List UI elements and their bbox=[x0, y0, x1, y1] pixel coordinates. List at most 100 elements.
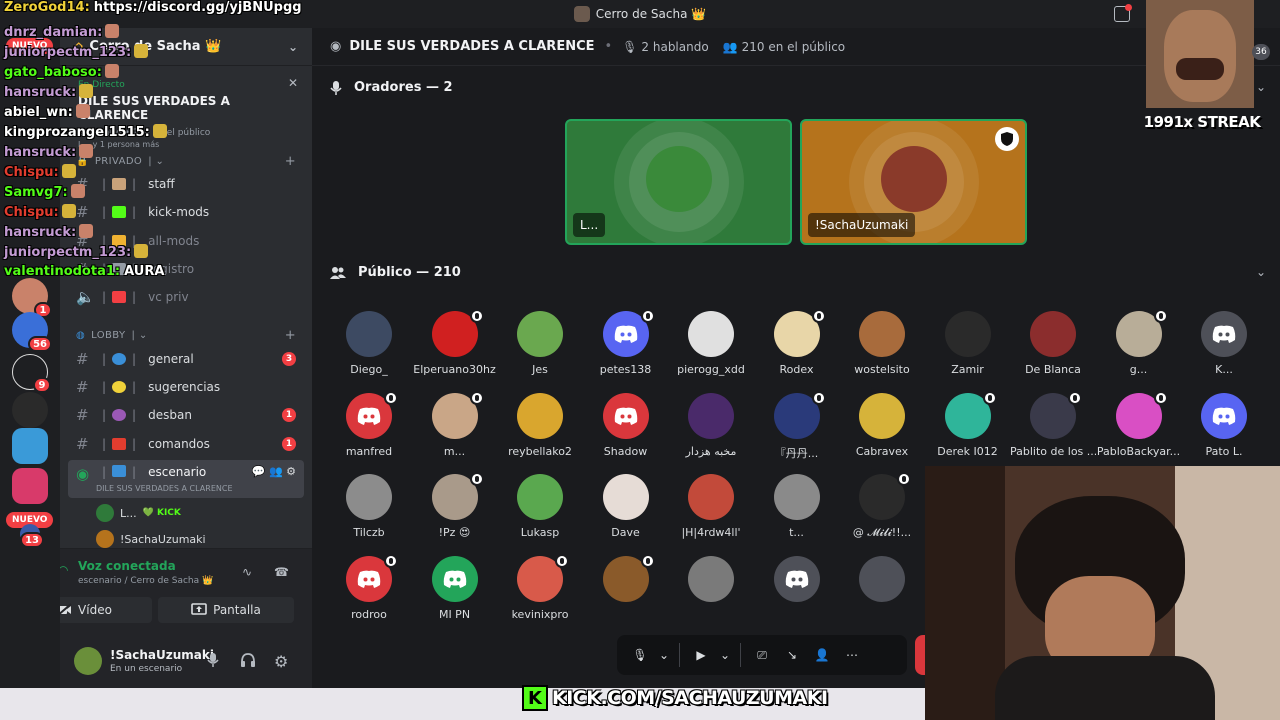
audience-member[interactable]: Rodex bbox=[754, 309, 840, 391]
channel-actions[interactable]: 💬 👥 ⚙ bbox=[252, 465, 296, 478]
user-name: !SachaUzumaki bbox=[120, 532, 206, 546]
video-button[interactable]: Vídeo bbox=[60, 597, 152, 623]
audience-member[interactable]: Diego_ bbox=[326, 311, 412, 391]
audience-member[interactable]: Dave bbox=[583, 474, 669, 554]
audience-member[interactable]: Shadow bbox=[583, 392, 669, 473]
audience-member[interactable]: !Pz 😍 bbox=[412, 472, 498, 554]
category-lobby[interactable]: ◍ LOBBY | ⌄ + bbox=[60, 326, 312, 344]
speaker-tile[interactable]: !SachaUzumaki bbox=[800, 119, 1027, 245]
chevron-down-icon[interactable]: ⌄ bbox=[716, 641, 734, 669]
audience-member[interactable] bbox=[668, 555, 754, 636]
muted-mic-icon bbox=[555, 553, 569, 568]
audience-member[interactable]: m... bbox=[412, 390, 498, 473]
more-icon[interactable]: ⋯ bbox=[837, 641, 867, 669]
chevron-down-icon[interactable]: ⌄ bbox=[655, 641, 673, 669]
channel-general[interactable]: # | | general 3 bbox=[68, 346, 304, 372]
audience-member[interactable]: Lukasp bbox=[497, 474, 583, 554]
audience-member[interactable]: Pablito de los ... bbox=[1010, 390, 1096, 473]
audience-member[interactable] bbox=[754, 555, 840, 636]
audience-member[interactable]: Pato L. bbox=[1181, 392, 1267, 473]
audience-member[interactable]: Elperuano30hz bbox=[412, 309, 498, 391]
screen-share-button[interactable]: Pantalla bbox=[158, 597, 294, 623]
server-icon[interactable]: 9 bbox=[12, 354, 51, 393]
audience-member[interactable]: reybellako2 bbox=[497, 392, 583, 473]
add-channel-icon[interactable]: + bbox=[285, 328, 296, 343]
user-panel[interactable]: !SachaUzumaki En un escenario ⚙ bbox=[60, 634, 312, 688]
channel-emoji bbox=[112, 381, 127, 393]
speaker-avatar bbox=[645, 146, 712, 212]
audience-member[interactable]: |H|4rdw4ll' bbox=[668, 474, 754, 554]
streak-label: 1991x STREAK bbox=[1143, 113, 1261, 131]
channel-name: desban bbox=[148, 408, 192, 422]
discord-logo-icon bbox=[357, 407, 381, 425]
audience-member[interactable]: pierogg_xdd bbox=[668, 311, 754, 391]
server-icon[interactable]: 56 bbox=[12, 312, 52, 352]
server-icon[interactable] bbox=[12, 392, 48, 428]
audience-member[interactable]: De Blanca bbox=[1010, 311, 1096, 391]
server-icon[interactable]: 13 bbox=[20, 524, 44, 548]
channel-emoji bbox=[112, 409, 127, 421]
channel-escenario[interactable]: ◉ | | escenario 💬 👥 ⚙ DILE SUS VERDADES A C… bbox=[68, 460, 304, 498]
audience-member[interactable]: @ 𝓜𝓲𝓵𝓲!!... bbox=[839, 472, 925, 554]
audience-member[interactable]: Derek I012 bbox=[925, 390, 1011, 473]
chevron-down-icon[interactable]: ⌄ bbox=[1256, 80, 1266, 94]
audience-member[interactable] bbox=[839, 555, 925, 636]
channel-comandos[interactable]: # | | comandos 1 bbox=[68, 431, 304, 457]
audience-member[interactable]: t... bbox=[754, 474, 840, 554]
noise-suppression-icon[interactable]: ∿ bbox=[242, 565, 258, 581]
speaker-tile[interactable]: L... bbox=[565, 119, 792, 245]
stage-user[interactable]: !SachaUzumaki bbox=[96, 528, 206, 550]
audience-member[interactable]: manfred bbox=[326, 390, 412, 473]
muted-mic-icon bbox=[640, 309, 655, 323]
avatar bbox=[431, 555, 478, 602]
camera-off-icon[interactable]: ▶ bbox=[686, 641, 716, 669]
chat-message: hansruck: bbox=[4, 224, 94, 240]
screen-share-icon[interactable]: ⎚ bbox=[747, 641, 777, 669]
audience-member[interactable]: rodroo bbox=[326, 553, 412, 636]
chevron-down-icon[interactable]: ⌄ bbox=[1256, 265, 1266, 279]
invite-icon[interactable]: 👤 bbox=[807, 641, 837, 669]
audience-member[interactable]: MI PN bbox=[412, 555, 498, 636]
discord-logo-icon bbox=[614, 407, 637, 425]
headphones-icon[interactable] bbox=[240, 652, 258, 670]
unread-badge: 1 bbox=[282, 437, 296, 451]
audience-member[interactable]: 『丹丹... bbox=[754, 390, 840, 473]
channel-desban[interactable]: # | | desban 1 bbox=[68, 402, 304, 428]
microphone-icon[interactable]: 🎙 bbox=[625, 641, 655, 669]
muted-mic-icon bbox=[811, 390, 826, 405]
avatar bbox=[688, 555, 734, 602]
audience-member[interactable]: petes138 bbox=[583, 309, 669, 391]
microphone-icon[interactable] bbox=[206, 652, 224, 670]
audience-name: g... bbox=[1129, 363, 1148, 376]
microphone-icon bbox=[330, 80, 342, 95]
gear-icon[interactable]: ⚙ bbox=[274, 652, 292, 671]
channel-name: general bbox=[148, 352, 194, 366]
audience-member[interactable]: wostelsito bbox=[839, 311, 925, 391]
stage-user[interactable]: L... 💚 KICK bbox=[96, 502, 181, 524]
audience-member[interactable]: ﻣﺨﺒﻪ ﻫﺰﺩﺍﺭ bbox=[668, 392, 754, 473]
inbox-icon[interactable] bbox=[1114, 4, 1132, 22]
audience-member[interactable]: K... bbox=[1181, 311, 1267, 391]
audience-member[interactable]: Zamir bbox=[925, 311, 1011, 391]
audience-name: rodroo bbox=[351, 607, 387, 621]
stage-header: ◉ DILE SUS VERDADES A CLARENCE • 🎙 2 habl… bbox=[312, 28, 1280, 66]
server-icon[interactable] bbox=[12, 428, 48, 464]
reaction-cam bbox=[1146, 0, 1254, 108]
disconnect-icon[interactable]: ☎ bbox=[274, 565, 290, 581]
chat-message: ZeroGod14: https://discord.gg/yjBNUpgg bbox=[4, 0, 302, 15]
voice-connection-panel: ◠ Voz conectada escenario / Cerro de Sac… bbox=[60, 548, 312, 634]
chat-text: AURA bbox=[124, 264, 165, 279]
channel-sugerencias[interactable]: # | | sugerencias bbox=[68, 374, 304, 400]
emote-icon bbox=[79, 84, 94, 98]
audience-member[interactable]: kevinixpro bbox=[497, 553, 583, 636]
voice-location: escenario / Cerro de Sacha 👑 bbox=[78, 576, 214, 586]
audience-member[interactable]: PabloBackyar... bbox=[1096, 390, 1182, 473]
server-icon[interactable] bbox=[12, 468, 48, 504]
avatar bbox=[74, 647, 102, 675]
audience-member[interactable]: Jes bbox=[497, 311, 583, 391]
audience-member[interactable]: Cabravex bbox=[839, 392, 925, 473]
audience-member[interactable] bbox=[583, 553, 669, 636]
move-to-audience-icon[interactable]: ↘ bbox=[777, 641, 807, 669]
audience-member[interactable]: Tilczb bbox=[326, 474, 412, 554]
audience-member[interactable]: g... bbox=[1096, 309, 1182, 391]
